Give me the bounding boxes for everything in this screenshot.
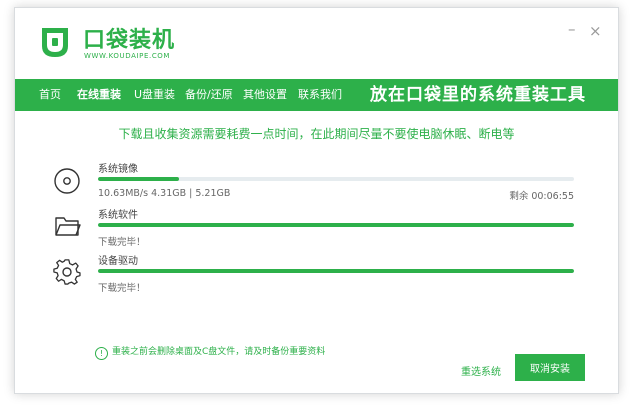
cancel-install-button[interactable]: 取消安装 (515, 354, 585, 381)
progress-bar (98, 223, 574, 227)
minimize-button[interactable]: – (568, 22, 576, 37)
slogan: 放在口袋里的系统重装工具 (370, 85, 586, 105)
title-bar[interactable]: 口袋装机 WWW.KOUDAIPE.COM – × (15, 8, 618, 79)
close-button[interactable]: × (589, 24, 602, 39)
download-row-device-drivers: 设备驱动 下载完毕！ (53, 252, 613, 294)
download-title: 系统软件 (98, 210, 138, 221)
folder-icon (55, 217, 81, 236)
download-status: 下载完毕！ (98, 283, 146, 294)
info-icon: ! (95, 347, 108, 360)
nav-item-usb-reinstall[interactable]: U盘重装 (134, 79, 175, 111)
download-title: 设备驱动 (98, 256, 138, 267)
nav-item-online-reinstall[interactable]: 在线重装 (77, 79, 121, 111)
backup-warning: ! 重装之前会删除桌面及C盘文件，请及时备份重要资料 (95, 344, 325, 360)
time-remaining: 剩余 00:06:55 (509, 191, 574, 202)
nav-item-contact-us[interactable]: 联系我们 (298, 79, 342, 111)
download-notice: 下载且收集资源需要耗费一点时间，在此期间尽量不要使电脑休眠、断电等 (118, 127, 515, 141)
backup-warning-text: 重装之前会删除桌面及C盘文件，请及时备份重要资料 (112, 347, 326, 357)
nav-item-home[interactable]: 首页 (39, 79, 61, 111)
download-speed-size: 10.63MB/s 4.31GB | 5.21GB (98, 188, 231, 199)
reselect-system-link[interactable]: 重选系统 (461, 363, 501, 378)
pocket-logo-icon (42, 28, 68, 57)
download-status: 下载完毕！ (98, 237, 146, 248)
progress-bar (98, 177, 574, 181)
installer-window: 口袋装机 WWW.KOUDAIPE.COM – × 首页 在线重装 U盘重装 备… (14, 7, 619, 394)
download-row-system-image: 系统镜像 10.63MB/s 4.31GB | 5.21GB 剩余 00:06:… (53, 160, 613, 202)
brand-domain: WWW.KOUDAIPE.COM (84, 52, 171, 60)
progress-bar (98, 269, 574, 273)
gear-icon (53, 259, 81, 285)
nav-bar: 首页 在线重装 U盘重装 备份/还原 其他设置 联系我们 放在口袋里的系统重装工… (15, 79, 618, 111)
download-title: 系统镜像 (98, 164, 138, 175)
download-row-system-software: 系统软件 下载完毕！ (53, 206, 613, 248)
nav-item-other-settings[interactable]: 其他设置 (243, 79, 287, 111)
brand-name: 口袋装机 (83, 28, 176, 53)
nav-item-backup-restore[interactable]: 备份/还原 (185, 79, 233, 111)
disc-icon (54, 168, 80, 194)
